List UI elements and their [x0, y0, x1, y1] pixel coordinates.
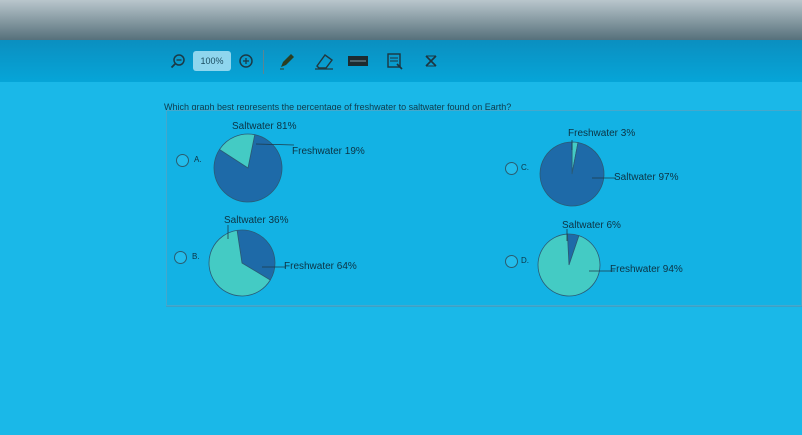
option-a-side-label: Freshwater 19%	[292, 146, 365, 157]
toolbar-separator	[263, 50, 264, 74]
eraser-icon[interactable]	[312, 51, 336, 71]
window-top-band	[0, 0, 802, 40]
option-b-letter: B.	[192, 252, 200, 261]
panel-bottom-divider	[166, 306, 802, 307]
option-b-side-label: Freshwater 64%	[284, 261, 357, 272]
pie-slice-saltwater	[539, 141, 605, 207]
option-a-letter: A.	[194, 155, 202, 164]
ruler-icon[interactable]	[346, 51, 370, 71]
option-b-radio[interactable]	[174, 251, 187, 264]
option-d-letter: D.	[521, 256, 529, 265]
pen-icon[interactable]	[276, 51, 298, 71]
option-b-pie-chart	[208, 225, 286, 297]
option-d-radio[interactable]	[505, 255, 518, 268]
option-d-side-label: Freshwater 94%	[610, 264, 683, 275]
zoom-out-icon[interactable]	[168, 51, 188, 71]
option-d-pie-chart	[537, 229, 615, 297]
option-c-top-label: Freshwater 3%	[568, 128, 636, 139]
option-c-letter: C.	[521, 163, 529, 172]
zoom-level: 100%	[193, 51, 231, 71]
option-a-pie-chart	[213, 133, 294, 203]
zoom-in-icon[interactable]	[236, 51, 256, 71]
notes-icon[interactable]	[384, 51, 406, 71]
option-c-pie-chart	[539, 140, 616, 207]
option-c-side-label: Saltwater 97%	[614, 172, 679, 183]
toolbar: 100%	[0, 40, 802, 82]
close-icon[interactable]	[420, 51, 442, 71]
option-a-top-label: Saltwater 81%	[232, 121, 297, 132]
option-c-radio[interactable]	[505, 162, 518, 175]
option-a-radio[interactable]	[176, 154, 189, 167]
